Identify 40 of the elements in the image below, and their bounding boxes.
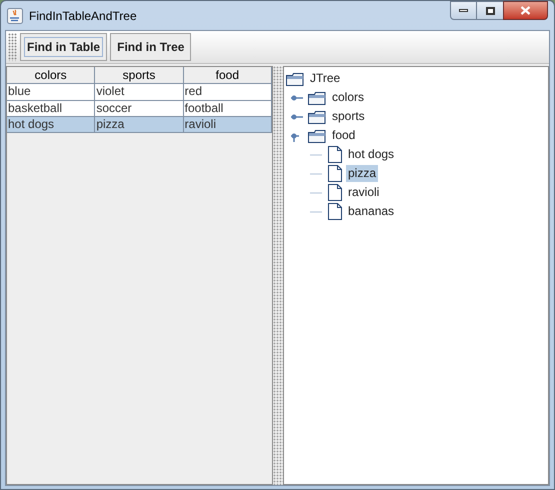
tree-node-label[interactable]: ravioli: [346, 184, 382, 201]
table-cell: hot dogs: [7, 117, 54, 131]
tree-node-label[interactable]: JTree: [308, 70, 342, 87]
document-icon: [328, 165, 342, 182]
folder-icon: [308, 110, 326, 124]
table-cell: soccer: [95, 101, 132, 115]
table-cell: violet: [95, 84, 124, 98]
folder-icon: [286, 72, 304, 86]
table-cell: blue: [7, 84, 31, 98]
close-icon: [520, 6, 531, 15]
window-title: FindInTableAndTree: [29, 8, 137, 24]
toolbar-grip[interactable]: [8, 33, 17, 61]
tree-node-label[interactable]: pizza: [346, 165, 378, 182]
tree-node-label[interactable]: hot dogs: [346, 146, 396, 163]
table-row[interactable]: blue violet red: [7, 84, 272, 100]
table-cell: pizza: [95, 117, 124, 131]
table-cell: football: [184, 101, 224, 115]
table-cell: red: [184, 84, 202, 98]
maximize-button[interactable]: [477, 1, 503, 20]
table-row[interactable]: hot dogs pizza ravioli: [7, 116, 272, 132]
tree-node-label[interactable]: sports: [330, 108, 367, 125]
column-header[interactable]: sports: [95, 67, 184, 84]
table-cell: basketball: [7, 101, 62, 115]
column-header[interactable]: colors: [7, 67, 96, 84]
document-icon: [328, 146, 342, 163]
toolbar-button[interactable]: Find in Table: [20, 33, 108, 61]
tree-node-label[interactable]: food: [330, 127, 358, 144]
document-icon: [328, 203, 342, 220]
toolbar-button[interactable]: Find in Tree: [110, 33, 192, 61]
table-cell: ravioli: [184, 117, 216, 131]
document-icon: [328, 184, 342, 201]
close-button[interactable]: [503, 1, 548, 20]
app-icon: [7, 8, 23, 24]
minimize-button[interactable]: [450, 1, 477, 20]
folder-icon: [308, 90, 326, 104]
tree-node-label[interactable]: colors: [330, 89, 366, 106]
table-row[interactable]: basketball soccer football: [7, 100, 272, 116]
column-header[interactable]: food: [184, 67, 272, 84]
tree-node-label[interactable]: bananas: [346, 203, 396, 220]
folder-icon: [308, 128, 326, 142]
